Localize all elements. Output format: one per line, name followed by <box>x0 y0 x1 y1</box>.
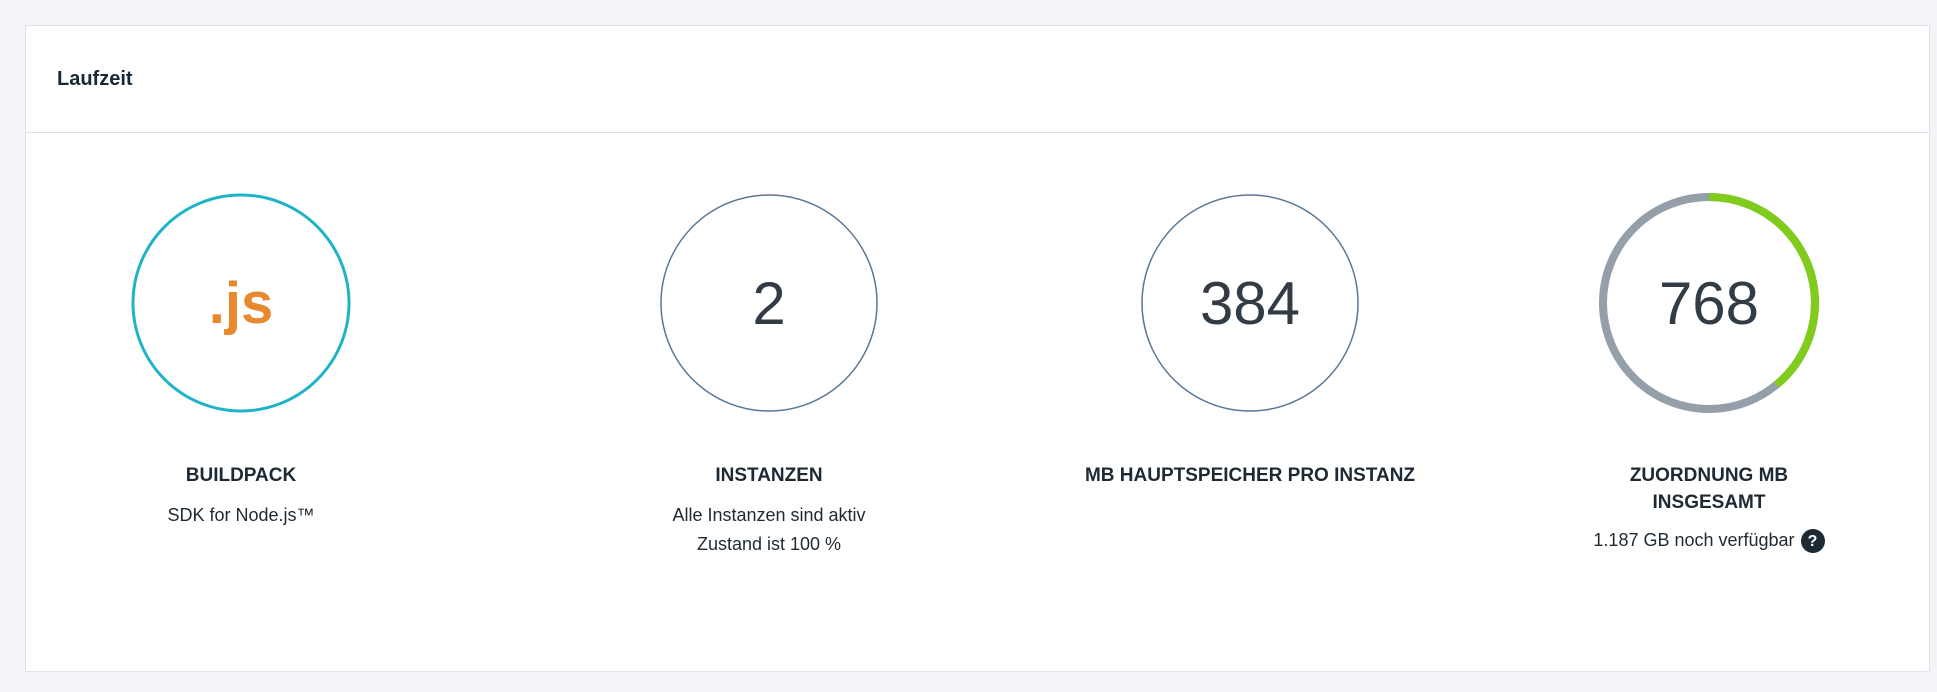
instances-ring: 2 <box>654 188 884 418</box>
metric-sub: 1.187 GB noch verfügbar? <box>1499 526 1919 555</box>
instances-value: 2 <box>752 269 786 337</box>
runtime-card: Laufzeit .js BUILDPACK SDK for Node.js™ … <box>25 25 1930 672</box>
card-title: Laufzeit <box>57 67 133 90</box>
metric-total-allocation: 768 ZUORDNUNG MB INSGESAMT 1.187 GB noch… <box>1499 188 1919 555</box>
card-header: Laufzeit <box>26 26 1929 133</box>
allocation-ring: 768 <box>1594 188 1824 418</box>
memory-ring: 384 <box>1135 188 1365 418</box>
metric-sub: SDK for Node.js™ <box>31 501 451 530</box>
instances-status: Alle Instanzen sind aktiv <box>672 505 866 525</box>
metric-memory-per-instance: 384 MB HAUPTSPEICHER PRO INSTANZ <box>1040 188 1460 489</box>
allocation-value: 768 <box>1658 269 1760 337</box>
metric-label: ZUORDNUNG MB INSGESAMT <box>1499 462 1919 516</box>
metric-label-line: INSGESAMT <box>1652 492 1766 513</box>
available-memory: 1.187 GB noch verfügbar <box>1593 530 1795 550</box>
metric-sub: Alle Instanzen sind aktiv Zustand ist 10… <box>559 501 979 559</box>
metric-label-line: ZUORDNUNG MB <box>1629 465 1789 486</box>
buildpack-ring: .js <box>126 188 356 418</box>
metric-label: BUILDPACK <box>185 465 297 486</box>
metric-label: MB HAUPTSPEICHER PRO INSTANZ <box>1084 465 1416 486</box>
nodejs-logo-icon: .js <box>208 270 274 336</box>
metric-label: INSTANZEN <box>715 465 823 486</box>
instances-health: Zustand ist 100 % <box>696 534 842 554</box>
metric-buildpack: .js BUILDPACK SDK for Node.js™ <box>31 188 451 530</box>
metric-instances: 2 INSTANZEN Alle Instanzen sind aktiv Zu… <box>559 188 979 559</box>
buildpack-name: SDK for Node.js™ <box>167 505 315 525</box>
question-circle-icon[interactable]: ? <box>1800 529 1825 554</box>
memory-value: 384 <box>1199 269 1301 337</box>
